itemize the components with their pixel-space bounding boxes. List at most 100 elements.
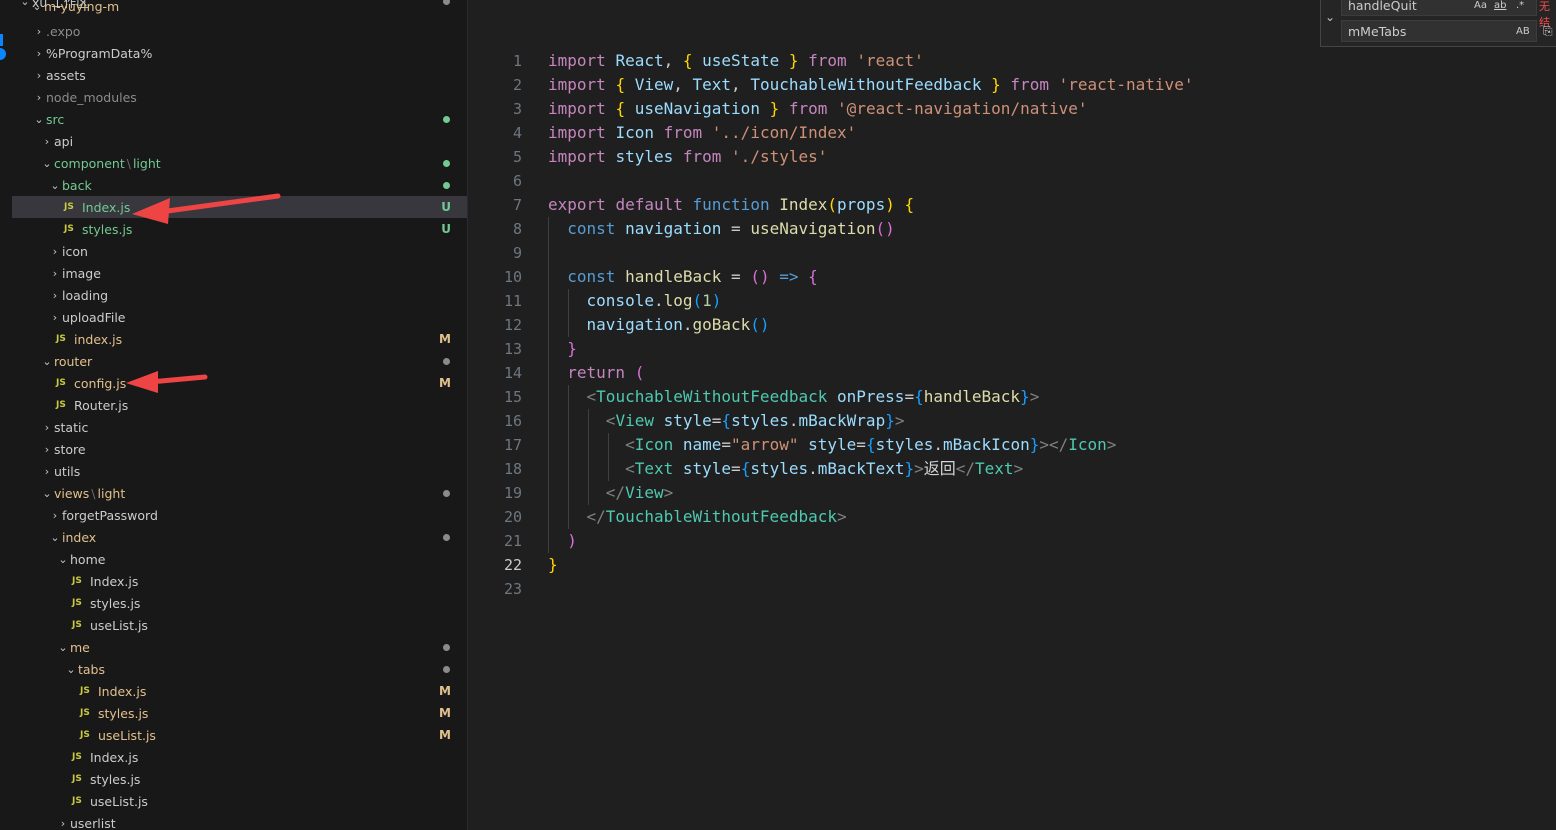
file-row[interactable]: JS styles.js: [12, 768, 467, 790]
tree-item-label: icon: [62, 243, 88, 259]
file-row[interactable]: JS useList.js: [12, 614, 467, 636]
preserve-case-toggle[interactable]: AB: [1516, 21, 1530, 43]
chevron-down-icon: ⌄: [42, 486, 52, 500]
code-line[interactable]: 3 import { useNavigation } from '@react-n…: [468, 97, 1556, 121]
folder-row[interactable]: › uploadFile: [12, 306, 467, 328]
folder-row[interactable]: › loading: [12, 284, 467, 306]
code-token: }: [904, 459, 915, 478]
tree-item-label: userlist: [70, 815, 116, 830]
code-line[interactable]: 10 const handleBack = () => {: [468, 265, 1556, 289]
code-line[interactable]: 5 import styles from './styles': [468, 145, 1556, 169]
folder-row[interactable]: › api: [12, 130, 467, 152]
project-row[interactable]: ⌄ m-yuying-m: [12, 0, 467, 14]
file-row[interactable]: JS index.js M: [12, 328, 467, 350]
code-token: '../icon/Index': [711, 123, 857, 142]
file-row[interactable]: JS styles.js U: [12, 218, 467, 240]
file-row[interactable]: JS useList.js M: [12, 724, 467, 746]
folder-row[interactable]: ⌄ tabs: [12, 658, 467, 680]
code-line[interactable]: 1 import React, { useState } from 'react': [468, 49, 1556, 73]
file-row[interactable]: JS config.js M: [12, 372, 467, 394]
chevron-right-icon: ›: [44, 464, 50, 478]
file-row[interactable]: JS Index.js M: [12, 680, 467, 702]
chevron-down-icon: ⌄: [66, 662, 76, 676]
modified-dot: [443, 534, 450, 541]
code-line[interactable]: 9: [468, 241, 1556, 265]
code-line[interactable]: 15 <TouchableWithoutFeedback onPress={ha…: [468, 385, 1556, 409]
file-row[interactable]: JS styles.js: [12, 592, 467, 614]
folder-row[interactable]: ⌄ back: [12, 174, 467, 196]
code-token: from: [663, 123, 703, 142]
folder-row[interactable]: ⌄ src: [12, 108, 467, 130]
code-line[interactable]: 19 </View>: [468, 481, 1556, 505]
folder-row[interactable]: ⌄ views \ light: [12, 482, 467, 504]
code-line[interactable]: 18 <Text style={styles.mBackText}>返回</Te…: [468, 457, 1556, 481]
match-case-toggle[interactable]: Aa: [1474, 0, 1487, 17]
code-line[interactable]: 23: [468, 577, 1556, 601]
code-line[interactable]: 13 }: [468, 337, 1556, 361]
replace-all-icon[interactable]: ⎘: [1543, 24, 1553, 39]
folder-row[interactable]: › image: [12, 262, 467, 284]
tree-item-label: forgetPassword: [62, 507, 158, 523]
file-row[interactable]: JS Index.js: [12, 746, 467, 768]
code-token: import: [548, 75, 606, 94]
code-line[interactable]: 14 return (: [468, 361, 1556, 385]
code-line[interactable]: 20 </TouchableWithoutFeedback>: [468, 505, 1556, 529]
folder-row[interactable]: › assets: [12, 64, 467, 86]
code-token: onPress: [837, 387, 905, 406]
code-line[interactable]: 2 import { View, Text, TouchableWithoutFe…: [468, 73, 1556, 97]
code-line[interactable]: 7 export default function Index(props) {: [468, 193, 1556, 217]
code-token: (): [750, 267, 770, 286]
code-line[interactable]: 16 <View style={styles.mBackWrap}>: [468, 409, 1556, 433]
code-token: style: [682, 459, 732, 478]
file-row[interactable]: JS Index.js: [12, 570, 467, 592]
code-line[interactable]: 6: [468, 169, 1556, 193]
code-token: Text: [975, 459, 1014, 478]
folder-row[interactable]: ⌄ index: [12, 526, 467, 548]
code-text: import { useNavigation } from '@react-na…: [548, 97, 1088, 121]
code-token: >: [836, 507, 847, 526]
chevron-down-icon[interactable]: ⌄: [1325, 10, 1339, 24]
regex-toggle[interactable]: .*: [1516, 0, 1524, 17]
folder-row[interactable]: › forgetPassword: [12, 504, 467, 526]
file-row[interactable]: JS styles.js M: [12, 702, 467, 724]
folder-row[interactable]: ⌄ router: [12, 350, 467, 372]
code-token: log: [663, 291, 693, 310]
code-token: goBack: [692, 315, 751, 334]
code-line[interactable]: 21 ): [468, 529, 1556, 553]
code-line[interactable]: 22}: [468, 553, 1556, 577]
replace-input[interactable]: mMeTabs AB: [1341, 20, 1537, 42]
folder-row[interactable]: ⌄ component \ light: [12, 152, 467, 174]
code-editor[interactable]: 1 import React, { useState } from 'react'…: [468, 0, 1556, 830]
folder-row[interactable]: › userlist: [12, 812, 467, 830]
file-row[interactable]: JS Index.js U: [12, 196, 467, 218]
folder-row[interactable]: ⌄ home: [12, 548, 467, 570]
javascript-file-icon: JS: [80, 730, 90, 740]
folder-row[interactable]: › utils: [12, 460, 467, 482]
modified-dot: [443, 644, 450, 651]
code-line[interactable]: 17 <Icon name="arrow" style={styles.mBac…: [468, 433, 1556, 457]
tree-item-label: router: [54, 353, 93, 369]
folder-row[interactable]: › node_modules: [12, 86, 467, 108]
folder-row[interactable]: › icon: [12, 240, 467, 262]
folder-row[interactable]: › %ProgramData%: [12, 42, 467, 64]
folder-row[interactable]: › store: [12, 438, 467, 460]
code-line[interactable]: 12 navigation.goBack(): [468, 313, 1556, 337]
folder-row[interactable]: ⌄ me: [12, 636, 467, 658]
find-input[interactable]: handleQuit Aa ab .*: [1341, 0, 1537, 16]
tree-item-label: styles.js: [82, 221, 133, 237]
tree-item-label: views: [54, 485, 90, 501]
code-line[interactable]: 8 const navigation = useNavigation(): [468, 217, 1556, 241]
folder-row[interactable]: › static: [12, 416, 467, 438]
folder-row[interactable]: › .expo: [12, 20, 467, 42]
file-row[interactable]: JS Router.js: [12, 394, 467, 416]
whole-word-toggle[interactable]: ab: [1494, 0, 1506, 17]
code-line[interactable]: 11 console.log(1): [468, 289, 1556, 313]
file-row[interactable]: JS useList.js: [12, 790, 467, 812]
code-line[interactable]: 4 import Icon from '../icon/Index': [468, 121, 1556, 145]
code-token: =: [721, 435, 732, 454]
code-token: <: [605, 411, 616, 430]
